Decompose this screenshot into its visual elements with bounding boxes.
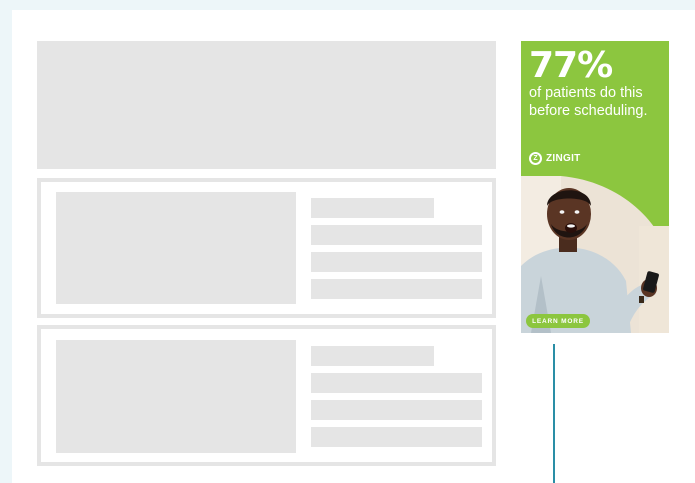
- ad-brand-name: ZINGIT: [546, 153, 581, 164]
- article-text-line-placeholder: [311, 225, 482, 245]
- article-text-line-placeholder: [311, 427, 482, 447]
- article-text-line-placeholder: [311, 252, 482, 272]
- ad-brand-logo: Z ZINGIT: [529, 152, 581, 165]
- article-text-line-placeholder: [311, 400, 482, 420]
- ad-headline: 77%: [529, 45, 613, 86]
- hero-image-placeholder: [37, 41, 496, 169]
- article-title-placeholder: [311, 198, 434, 218]
- sidebar-advertisement[interactable]: 77% of patients do this before schedulin…: [521, 41, 669, 333]
- article-thumbnail-placeholder: [56, 340, 296, 453]
- article-title-placeholder: [311, 346, 434, 366]
- article-text-line-placeholder: [311, 373, 482, 393]
- article-text-line-placeholder: [311, 279, 482, 299]
- ad-photo-man-with-phone: [521, 176, 669, 333]
- learn-more-button[interactable]: LEARN MORE: [526, 314, 590, 328]
- zingit-logo-icon: Z: [529, 152, 542, 165]
- article-thumbnail-placeholder: [56, 192, 296, 304]
- vertical-divider-line: [553, 344, 555, 483]
- ad-subtext: of patients do this before scheduling.: [529, 85, 648, 119]
